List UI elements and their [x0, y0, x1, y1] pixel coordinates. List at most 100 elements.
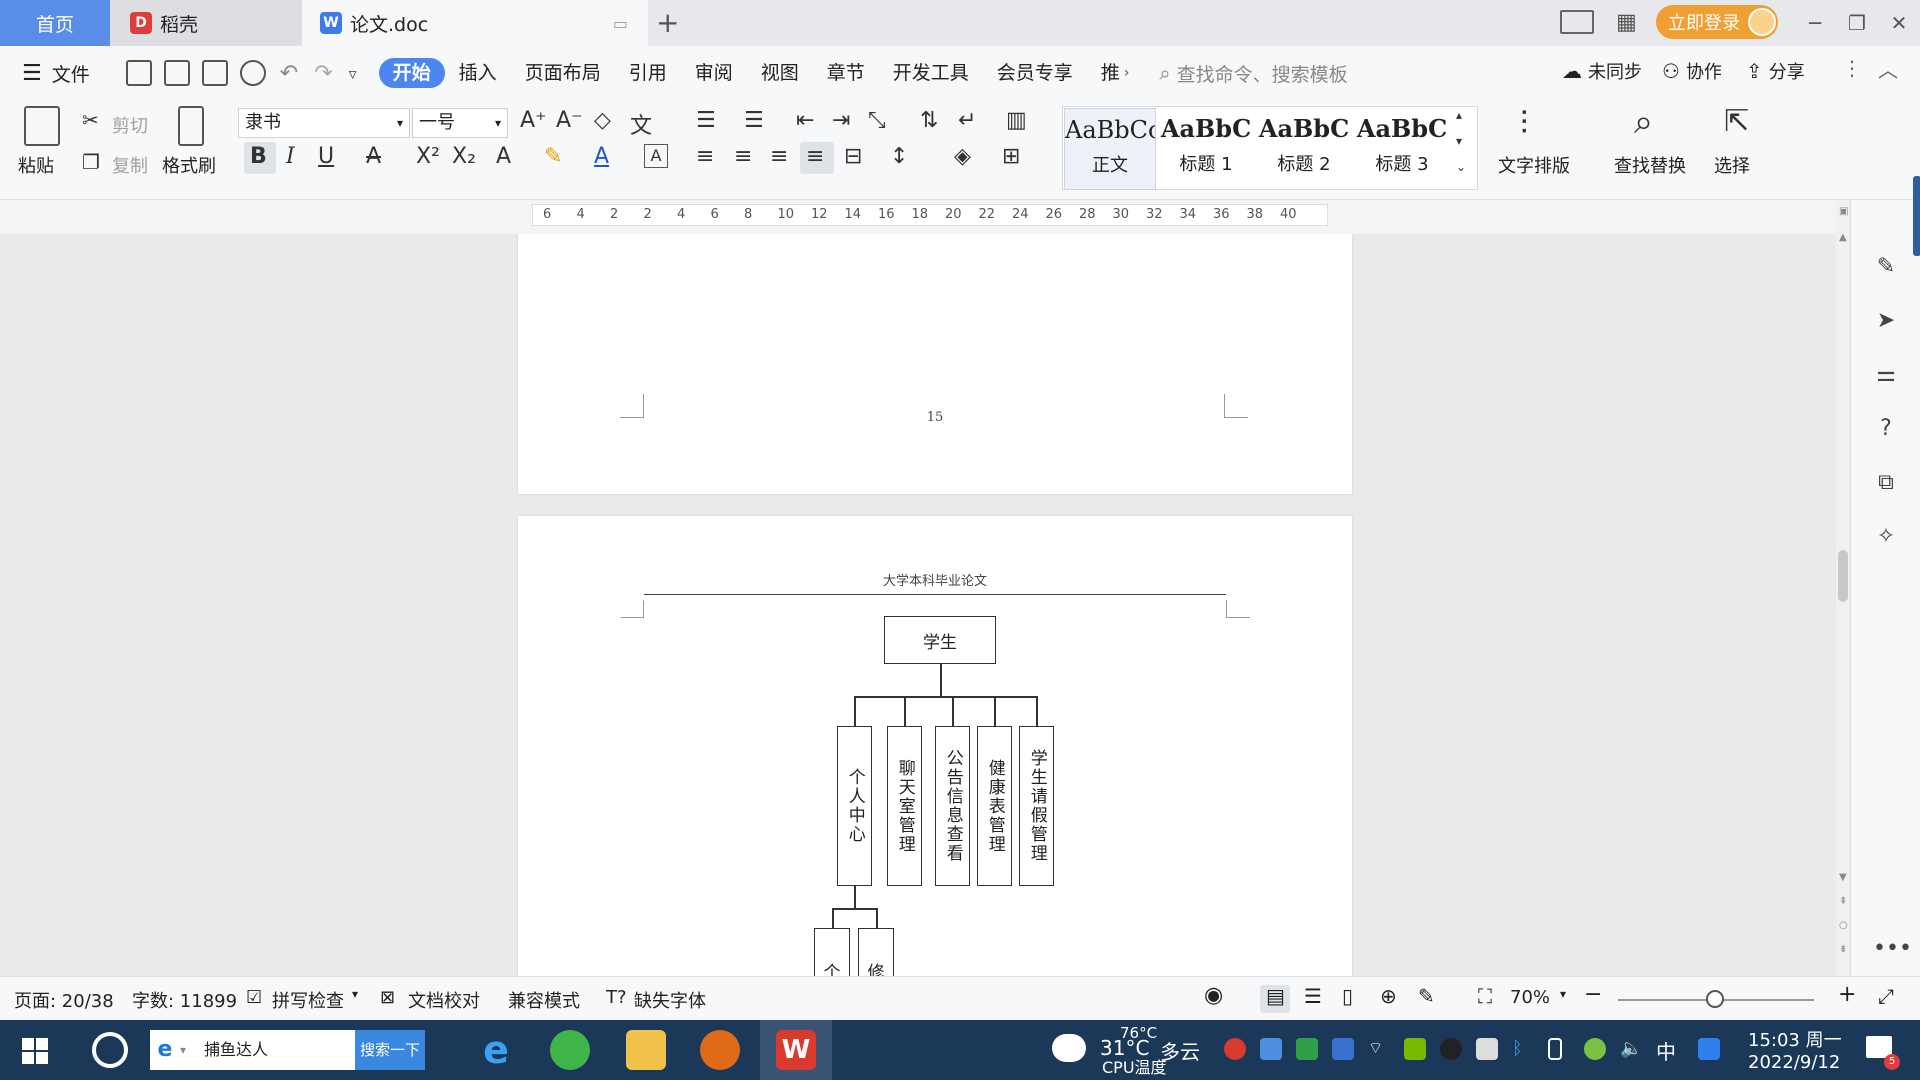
preview-icon[interactable] — [239, 60, 266, 86]
menu-tab-view[interactable]: 视图 — [747, 58, 813, 88]
style-heading-2[interactable]: AaBbC 标题 2 — [1258, 108, 1350, 190]
subscript-icon[interactable]: X₂ — [452, 144, 476, 169]
styles-scroll-up-icon[interactable]: ▴ — [1456, 108, 1462, 122]
eye-protection-icon[interactable]: ◉ — [1204, 983, 1223, 1008]
apps-grid-icon[interactable]: ▦ — [1616, 10, 1637, 35]
sliders-icon[interactable]: ⚌ — [1873, 362, 1899, 388]
taskbar-search[interactable]: e ▾ 捕鱼达人 搜索一下 — [150, 1030, 425, 1070]
share-button[interactable]: ⇪ 分享 — [1746, 58, 1805, 84]
customize-dropdown-icon[interactable]: ▿ — [349, 64, 357, 83]
styles-scroll-down-icon[interactable]: ▾ — [1456, 134, 1462, 148]
more-horizontal-icon[interactable]: ••• — [1873, 936, 1912, 962]
ime-indicator[interactable]: 中 — [1656, 1036, 1676, 1065]
sync-button[interactable]: ☁ 未同步 — [1562, 58, 1642, 84]
increase-indent-icon[interactable]: ⇥ — [832, 108, 850, 133]
show-marks-icon[interactable]: ↵ — [958, 108, 976, 133]
menu-tab-developer[interactable]: 开发工具 — [879, 58, 983, 88]
clock-date[interactable]: 2022/9/12 — [1748, 1052, 1840, 1073]
volume-icon[interactable]: 🔈 — [1620, 1038, 1642, 1060]
paste-icon[interactable] — [24, 106, 60, 146]
undo-icon[interactable]: ↶ — [280, 61, 298, 86]
zoom-in-icon[interactable]: + — [1838, 982, 1856, 1007]
fullscreen-icon[interactable]: ⤢ — [1878, 984, 1894, 1008]
new-tab-button[interactable]: + — [656, 6, 679, 39]
highlight-icon[interactable]: ✎ — [544, 144, 562, 169]
menu-tab-recommend[interactable]: 推 — [1087, 58, 1124, 88]
tray-app-icon[interactable] — [1584, 1038, 1606, 1060]
print-icon[interactable] — [201, 60, 228, 86]
login-button[interactable]: 立即登录 — [1656, 5, 1778, 39]
font-name-select[interactable]: 隶书 ▾ — [238, 108, 410, 138]
vertical-scrollbar[interactable]: ▣ ▲ ▼ ⇞ ○ ⇟ — [1836, 200, 1850, 976]
styles-more-icon[interactable]: ⌄ — [1456, 160, 1466, 174]
zoom-out-icon[interactable]: − — [1584, 982, 1602, 1007]
borders-icon[interactable]: ⊞ — [1002, 144, 1020, 169]
shield-icon[interactable] — [1332, 1038, 1354, 1060]
minimize-icon[interactable]: ─ — [1800, 8, 1830, 38]
game-icon[interactable] — [700, 1030, 740, 1070]
restore-icon[interactable]: ❐ — [1842, 8, 1872, 38]
image-tool-icon[interactable]: ⧉ — [1873, 470, 1899, 496]
scroll-top-icon[interactable]: ▣ — [1839, 206, 1848, 217]
tray-app-icon[interactable] — [1698, 1038, 1720, 1060]
qq-icon[interactable] — [1440, 1038, 1462, 1060]
collapse-ribbon-icon[interactable]: ︿ — [1878, 54, 1898, 83]
scroll-down-icon[interactable]: ▼ — [1839, 872, 1847, 883]
copy-button[interactable]: 复制 — [112, 152, 148, 178]
format-painter-button[interactable]: 格式刷 — [162, 152, 216, 178]
web-view-icon[interactable]: ⊕ — [1380, 984, 1397, 1008]
tab-daoke[interactable]: D 稻壳 — [110, 0, 302, 46]
strikethrough-icon[interactable]: A — [366, 144, 381, 169]
font-size-select[interactable]: 一号 ▾ — [412, 108, 508, 138]
scroll-up-icon[interactable]: ▲ — [1839, 232, 1847, 243]
menu-tab-layout[interactable]: 页面布局 — [511, 58, 615, 88]
style-heading-1[interactable]: AaBbC 标题 1 — [1160, 108, 1252, 190]
menu-tab-insert[interactable]: 插入 — [445, 58, 511, 88]
numbered-list-icon[interactable]: ☰ — [744, 108, 764, 133]
tray-app-icon[interactable] — [1296, 1038, 1318, 1060]
wifi-icon[interactable]: ⌔ — [1368, 1038, 1390, 1060]
format-painter-icon[interactable] — [178, 106, 204, 146]
underline-icon[interactable]: U — [318, 144, 334, 169]
browser-icon[interactable] — [550, 1030, 590, 1070]
more-vertical-icon[interactable]: ⋮ — [1842, 56, 1862, 80]
tray-app-icon[interactable] — [1224, 1038, 1246, 1060]
next-page-icon[interactable]: ⇟ — [1839, 944, 1847, 955]
usb-icon[interactable] — [1548, 1038, 1562, 1060]
zoom-level[interactable]: 70% — [1510, 987, 1550, 1008]
chevron-down-icon[interactable]: ▾ — [1560, 987, 1566, 1001]
align-center-icon[interactable]: ≡ — [734, 144, 752, 169]
export-icon[interactable] — [163, 60, 190, 86]
phonetic-icon[interactable]: 文 — [630, 108, 652, 140]
command-search[interactable]: ⌕ 查找命令、搜索模板 — [1159, 60, 1347, 87]
chevron-down-icon[interactable]: ▾ — [352, 987, 358, 1001]
redo-icon[interactable]: ↷ — [314, 61, 332, 86]
decrease-indent-icon[interactable]: ⇤ — [796, 108, 814, 133]
page-view-icon[interactable]: ▤ — [1266, 984, 1285, 1008]
paste-button[interactable]: 粘贴 — [18, 152, 54, 178]
windows-start-icon[interactable] — [22, 1038, 48, 1064]
scroll-thumb[interactable] — [1838, 550, 1848, 602]
menu-tab-member[interactable]: 会员专享 — [983, 58, 1087, 88]
spellcheck-button[interactable]: 拼写检查 — [272, 987, 344, 1013]
find-replace-button[interactable]: 查找替换 — [1614, 152, 1686, 178]
style-heading-3[interactable]: AaBbC 标题 3 — [1356, 108, 1448, 190]
font-color-icon[interactable]: A — [594, 144, 609, 169]
proofread-button[interactable]: 文档校对 — [408, 987, 480, 1013]
compass-icon[interactable]: ✧ — [1873, 524, 1899, 550]
prev-page-icon[interactable]: ⇞ — [1839, 896, 1847, 907]
horizontal-ruler[interactable]: 6 4 2 2 4 6 8 10 12 14 16 18 20 22 24 26 28 30 32 34 36 38 40 — [532, 204, 1328, 226]
battery-icon[interactable] — [1476, 1038, 1498, 1060]
tab-document[interactable]: W 论文.doc ▭ — [302, 0, 648, 46]
wps-taskbar-active[interactable]: W — [760, 1020, 832, 1080]
italic-icon[interactable]: I — [286, 144, 295, 169]
grow-font-icon[interactable]: A⁺ — [520, 108, 547, 133]
menu-tab-chapter[interactable]: 章节 — [813, 58, 879, 88]
app-swirl-icon[interactable] — [92, 1032, 128, 1068]
cut-button[interactable]: 剪切 — [112, 112, 148, 138]
reading-view-icon[interactable]: ▯ — [1342, 984, 1353, 1008]
style-normal[interactable]: AaBbCcI 正文 — [1064, 108, 1156, 190]
menu-tab-reference[interactable]: 引用 — [615, 58, 681, 88]
screen-icon[interactable]: ▭ — [613, 14, 628, 33]
text-direction-icon[interactable]: ⤡ — [868, 108, 886, 133]
